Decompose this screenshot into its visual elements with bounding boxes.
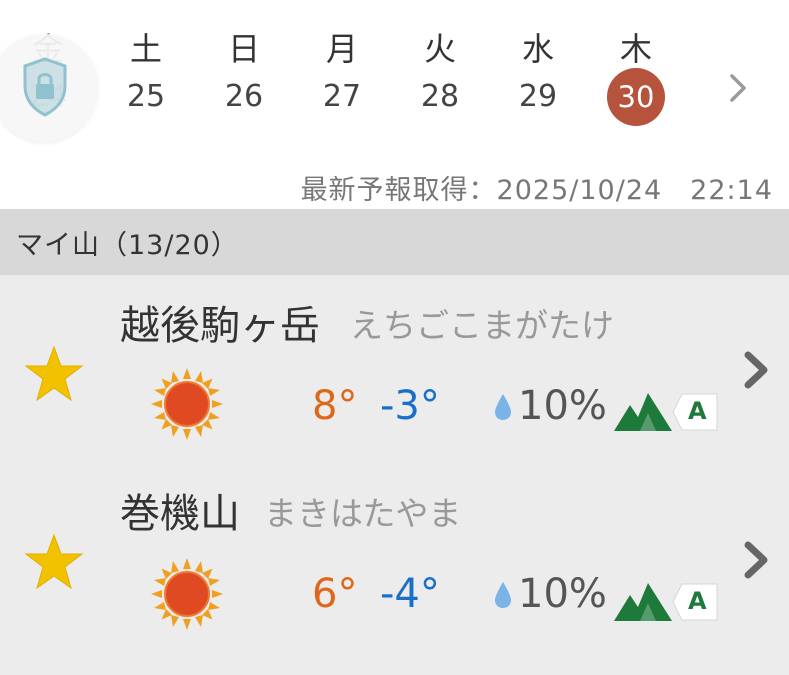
day-number: 28 — [420, 79, 460, 114]
section-title: マイ山（13/20） — [16, 230, 239, 261]
day-tue[interactable]: 火 28 — [400, 28, 480, 120]
day-sat[interactable]: 土 25 — [106, 28, 186, 120]
day-thu-selected[interactable]: 木 30 — [596, 28, 676, 126]
day-of-week: 水 — [521, 30, 554, 68]
day-of-week: 日 — [227, 30, 260, 68]
day-of-week: 土 — [129, 30, 162, 68]
temp-high: 8° — [312, 383, 358, 429]
grade-letter: A — [688, 587, 707, 615]
raindrop-icon — [495, 582, 511, 608]
mountain-icon — [614, 393, 672, 431]
star-icon[interactable] — [24, 533, 84, 591]
raindrop-icon — [495, 394, 511, 420]
climbing-grade-badge: A — [672, 583, 718, 621]
day-number: 29 — [518, 79, 558, 114]
mountain-row-echigo-komagatake[interactable]: 越後駒ヶ岳 えちごこまがたけ 8° -3° 10% A — [0, 275, 789, 465]
temp-high: 6° — [312, 571, 358, 617]
mountain-kana: えちごこまがたけ — [350, 306, 614, 345]
day-of-week: 火 — [423, 30, 456, 68]
my-mountains-header: マイ山（13/20） — [0, 209, 789, 275]
temp-low: -3° — [380, 383, 440, 429]
mountain-kana: まきはたやま — [264, 494, 462, 533]
day-of-week: 月 — [325, 30, 358, 68]
day-number: 27 — [322, 79, 362, 114]
grade-letter: A — [688, 397, 707, 425]
chevron-right-icon — [730, 74, 746, 102]
chevron-right-icon[interactable] — [738, 347, 774, 393]
mountain-list: 越後駒ヶ岳 えちごこまがたけ 8° -3° 10% A 巻機山 まきはたやま 6… — [0, 275, 789, 675]
mountain-icon — [614, 583, 672, 621]
mountain-row-makihatayama[interactable]: 巻機山 まきはたやま 6° -4° 10% A — [0, 465, 789, 655]
day-wed[interactable]: 水 29 — [498, 28, 578, 120]
day-mon[interactable]: 月 27 — [302, 28, 382, 120]
precip-probability: 10% — [518, 571, 607, 617]
precip-probability: 10% — [518, 383, 607, 429]
date-strip: 金 24 土 25 日 26 月 27 火 28 水 29 木 30 — [0, 0, 789, 150]
forecast-updated-time: 最新予報取得：2025/10/24 22:14 — [300, 175, 773, 206]
temp-low: -4° — [380, 571, 440, 617]
climbing-grade-badge: A — [672, 393, 718, 431]
shield-lock-icon — [23, 57, 67, 117]
day-sun[interactable]: 日 26 — [204, 28, 284, 120]
chevron-right-icon[interactable] — [738, 537, 774, 583]
selected-day-number: 30 — [607, 68, 665, 126]
mountain-name: 越後駒ヶ岳 — [120, 303, 320, 349]
sun-icon — [151, 558, 223, 630]
day-number: 26 — [224, 79, 264, 114]
mountain-name: 巻機山 — [120, 491, 240, 537]
star-icon[interactable] — [24, 345, 84, 403]
day-of-week: 木 — [619, 30, 652, 68]
day-number: 25 — [126, 79, 166, 114]
next-week-button[interactable] — [720, 66, 756, 110]
sun-icon — [151, 368, 223, 440]
